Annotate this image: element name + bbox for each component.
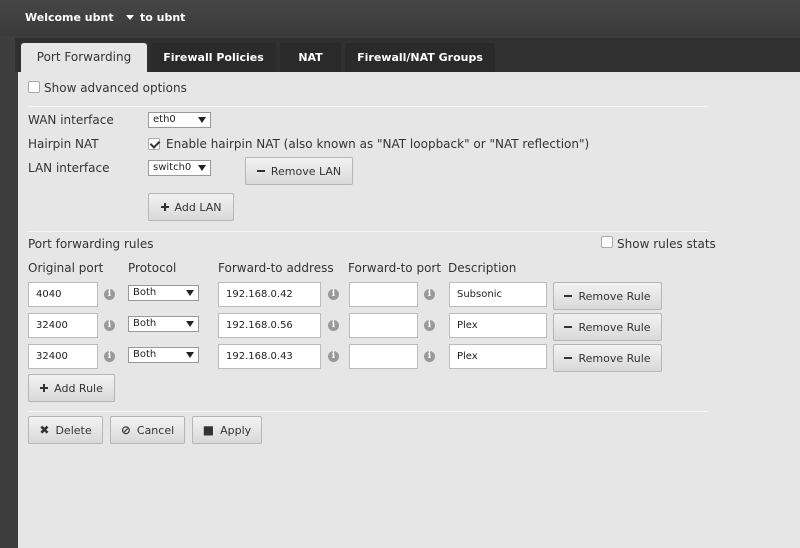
cancel-icon: ⊘ (120, 423, 131, 437)
forward-to-address-input[interactable]: 192.168.0.43 (218, 344, 321, 369)
remove-rule-button[interactable]: Remove Rule (553, 344, 662, 372)
wan-interface-label: WAN interface (28, 113, 114, 127)
user-menu[interactable]: Welcome ubnt (25, 11, 134, 24)
hairpin-nat-checkbox-label: Enable hairpin NAT (also known as "NAT l… (166, 137, 590, 151)
protocol-select[interactable]: Both (128, 285, 199, 301)
remove-lan-button[interactable]: Remove LAN (245, 157, 353, 185)
add-lan-label: Add LAN (174, 200, 222, 214)
tab-firewall-policies[interactable]: Firewall Policies (151, 43, 276, 72)
description-input[interactable]: Plex (449, 313, 547, 338)
forward-to-port-input[interactable] (349, 282, 418, 307)
info-icon[interactable]: i (104, 320, 115, 331)
forward-to-address-input[interactable]: 192.168.0.42 (218, 282, 321, 307)
info-icon[interactable]: i (328, 320, 339, 331)
info-icon[interactable]: i (328, 351, 339, 362)
add-rule-label: Add Rule (54, 381, 103, 395)
cancel-label: Cancel (136, 423, 175, 437)
protocol-select[interactable]: Both (128, 316, 199, 332)
info-icon[interactable]: i (424, 320, 435, 331)
show-rules-stats-label: Show rules stats (617, 237, 716, 251)
divider (28, 411, 708, 412)
minus-icon (564, 357, 573, 359)
device-name: to ubnt (140, 11, 186, 24)
welcome-label: Welcome ubnt (25, 11, 114, 24)
col-description: Description (448, 261, 517, 275)
info-icon[interactable]: i (424, 289, 435, 300)
top-bar: Welcome ubnt to ubnt (0, 0, 800, 36)
lan-interface-value: switch0 (153, 162, 192, 173)
apply-label: Apply (220, 423, 252, 437)
forward-to-port-input[interactable] (349, 313, 418, 338)
lan-interface-label: LAN interface (28, 161, 110, 175)
info-icon[interactable]: i (104, 351, 115, 362)
dropdown-arrow-icon (186, 352, 194, 358)
dropdown-arrow-icon (198, 165, 206, 171)
save-icon: ■ (202, 423, 215, 437)
tab-firewall-nat-groups[interactable]: Firewall/NAT Groups (345, 43, 495, 72)
lan-interface-select[interactable]: switch0 (148, 160, 211, 176)
original-port-input[interactable]: 4040 (28, 282, 98, 307)
dropdown-arrow-icon (186, 321, 194, 327)
divider (28, 231, 708, 232)
tab-port-forwarding[interactable]: Port Forwarding (21, 43, 147, 72)
cancel-button[interactable]: ⊘ Cancel (110, 416, 185, 444)
port-forwarding-rules-label: Port forwarding rules (28, 237, 154, 251)
description-input[interactable]: Subsonic (449, 282, 547, 307)
tab-strip: Port Forwarding Firewall Policies NAT Fi… (15, 38, 800, 72)
col-forward-to-address: Forward-to address (218, 261, 334, 275)
plus-icon (40, 384, 49, 392)
remove-rule-label: Remove Rule (578, 289, 651, 303)
divider (28, 106, 708, 107)
minus-icon (256, 170, 265, 172)
remove-rule-button[interactable]: Remove Rule (553, 282, 662, 310)
show-advanced-checkbox[interactable] (28, 81, 40, 93)
original-port-input[interactable]: 32400 (28, 313, 98, 338)
show-rules-stats-checkbox[interactable] (601, 236, 613, 248)
remove-rule-button[interactable]: Remove Rule (553, 313, 662, 341)
minus-icon (564, 326, 573, 328)
hairpin-nat-checkbox[interactable] (148, 138, 160, 150)
info-icon[interactable]: i (104, 289, 115, 300)
minus-icon (564, 295, 573, 297)
close-icon: ✖ (39, 423, 50, 437)
add-rule-button[interactable]: Add Rule (28, 374, 115, 402)
hairpin-nat-label: Hairpin NAT (28, 137, 99, 151)
remove-lan-label: Remove LAN (270, 164, 342, 178)
col-original-port: Original port (28, 261, 104, 275)
forward-to-address-input[interactable]: 192.168.0.56 (218, 313, 321, 338)
col-protocol: Protocol (128, 261, 177, 275)
protocol-select[interactable]: Both (128, 347, 199, 363)
delete-button[interactable]: ✖ Delete (28, 416, 103, 444)
remove-rule-label: Remove Rule (578, 320, 651, 334)
forward-to-port-input[interactable] (349, 344, 418, 369)
apply-button[interactable]: ■ Apply (192, 416, 262, 444)
tab-nat[interactable]: NAT (280, 43, 341, 72)
delete-label: Delete (55, 423, 92, 437)
wan-interface-value: eth0 (153, 114, 176, 125)
original-port-input[interactable]: 32400 (28, 344, 98, 369)
port-forwarding-panel: Show advanced options WAN interface eth0… (18, 72, 800, 548)
protocol-value: Both (133, 287, 157, 298)
protocol-value: Both (133, 318, 157, 329)
dropdown-arrow-icon (198, 117, 206, 123)
show-advanced-label: Show advanced options (44, 81, 187, 95)
info-icon[interactable]: i (328, 289, 339, 300)
col-forward-to-port: Forward-to port (348, 261, 442, 275)
wan-interface-select[interactable]: eth0 (148, 112, 211, 128)
description-input[interactable]: Plex (449, 344, 547, 369)
remove-rule-label: Remove Rule (578, 351, 651, 365)
protocol-value: Both (133, 349, 157, 360)
plus-icon (160, 203, 169, 211)
info-icon[interactable]: i (424, 351, 435, 362)
add-lan-button[interactable]: Add LAN (148, 193, 234, 221)
chevron-down-icon (125, 15, 134, 20)
dropdown-arrow-icon (186, 290, 194, 296)
